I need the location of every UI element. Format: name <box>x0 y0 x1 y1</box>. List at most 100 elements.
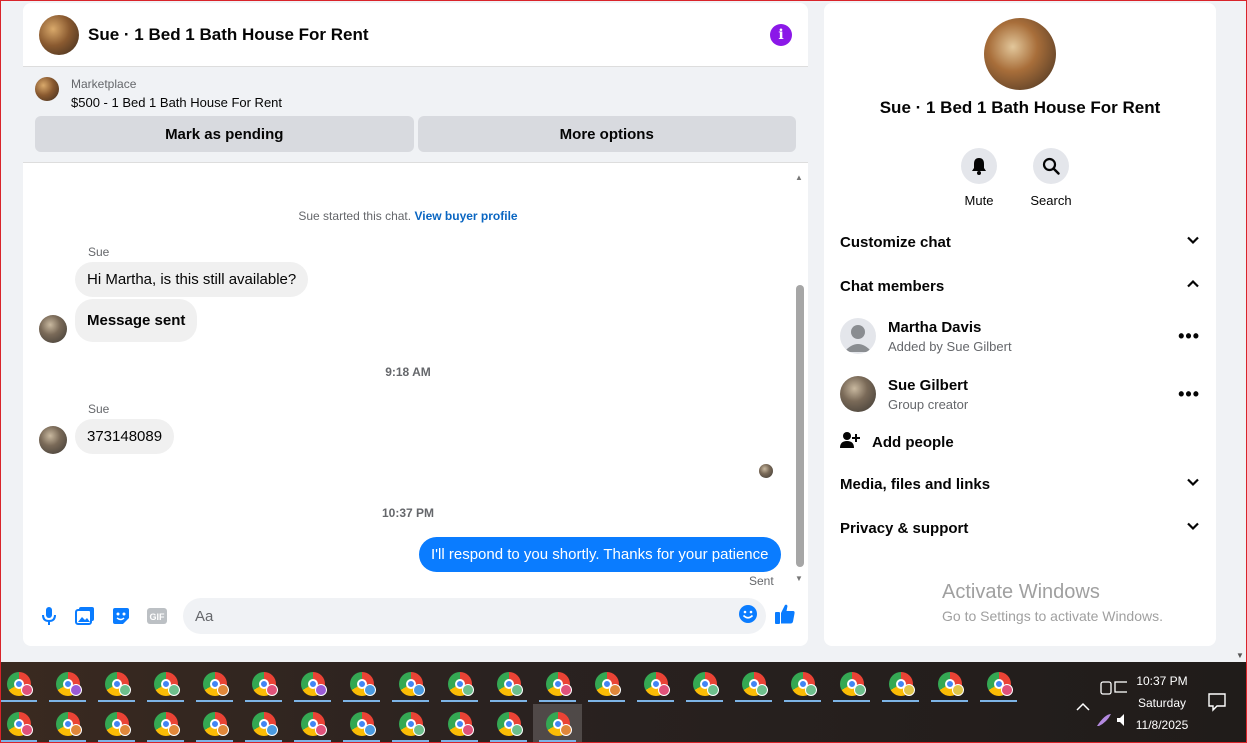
notification-icon[interactable] <box>1207 692 1227 717</box>
open-indicator <box>294 740 331 742</box>
chat-title[interactable]: Sue · 1 Bed 1 Bath House For Rent <box>88 25 770 45</box>
chrome-taskbar-button[interactable] <box>533 704 582 743</box>
chat-members-section[interactable]: Chat members <box>840 277 1200 295</box>
search-button[interactable]: Search <box>1026 148 1076 208</box>
chrome-taskbar-button[interactable] <box>484 664 533 704</box>
chrome-taskbar-button[interactable] <box>92 664 141 704</box>
chrome-taskbar-button[interactable] <box>190 704 239 743</box>
read-receipt-avatar <box>759 464 773 478</box>
microphone-icon[interactable] <box>35 602 63 630</box>
chrome-taskbar-button[interactable] <box>239 704 288 743</box>
chrome-taskbar-button[interactable] <box>0 704 43 743</box>
listing-avatar[interactable] <box>984 18 1056 90</box>
open-indicator <box>833 700 870 702</box>
mute-button[interactable]: Mute <box>954 148 1004 208</box>
open-indicator <box>245 740 282 742</box>
chat-header: Sue · 1 Bed 1 Bath House For Rent i <box>23 3 808 67</box>
member-row[interactable]: Martha Davis Added by Sue Gilbert ••• <box>840 318 1200 354</box>
message-bubble[interactable]: Hi Martha, is this still available? <box>75 262 309 297</box>
chrome-taskbar-button[interactable] <box>533 664 582 704</box>
thumbs-up-icon[interactable] <box>774 603 796 630</box>
chevron-down-icon[interactable] <box>1186 475 1200 493</box>
chrome-taskbar-button[interactable] <box>680 664 729 704</box>
chrome-taskbar-button[interactable] <box>778 664 827 704</box>
listing-thumbnail[interactable] <box>35 77 59 101</box>
scroll-thumb[interactable] <box>796 285 804 567</box>
chrome-taskbar-button[interactable] <box>337 704 386 743</box>
chrome-taskbar-button[interactable] <box>288 664 337 704</box>
listing-title[interactable]: $500 - 1 Bed 1 Bath House For Rent <box>71 95 282 110</box>
more-options-icon[interactable]: ••• <box>1178 326 1200 347</box>
chrome-taskbar-button[interactable] <box>974 664 1023 704</box>
chrome-taskbar-button[interactable] <box>190 664 239 704</box>
profile-badge-icon <box>854 684 866 696</box>
sender-avatar[interactable] <box>39 315 67 343</box>
profile-badge-icon <box>119 724 131 736</box>
media-files-links-section[interactable]: Media, files and links <box>840 475 1200 493</box>
customize-chat-section[interactable]: Customize chat <box>840 233 1200 251</box>
open-indicator <box>637 700 674 702</box>
info-panel-title: Sue · 1 Bed 1 Bath House For Rent <box>879 98 1161 117</box>
search-icon[interactable] <box>1033 148 1069 184</box>
tray-icons[interactable] <box>1057 670 1130 730</box>
chevron-down-icon[interactable] <box>1186 519 1200 537</box>
chrome-taskbar-button[interactable] <box>0 664 43 704</box>
chrome-taskbar-button[interactable] <box>141 664 190 704</box>
message-scrollbar[interactable]: ▲ ▼ <box>794 173 806 583</box>
chrome-taskbar-button[interactable] <box>729 664 778 704</box>
chrome-taskbar-button[interactable] <box>43 704 92 743</box>
chrome-taskbar-button[interactable] <box>141 704 190 743</box>
open-indicator <box>0 700 37 702</box>
open-indicator <box>490 700 527 702</box>
info-icon[interactable]: i <box>770 23 792 46</box>
chrome-taskbar-button[interactable] <box>386 704 435 743</box>
marketplace-bar: Marketplace $500 - 1 Bed 1 Bath House Fo… <box>23 67 808 163</box>
message-bubble[interactable]: Message sent <box>75 299 198 342</box>
message-list: Sue started this chat. View buyer profil… <box>23 166 793 588</box>
message-input[interactable] <box>195 607 738 625</box>
media-label: Media, files and links <box>840 475 991 493</box>
profile-badge-icon <box>119 684 131 696</box>
outgoing-message-bubble[interactable]: I'll respond to you shortly. Thanks for … <box>419 537 781 572</box>
sticker-icon[interactable] <box>107 602 135 630</box>
chevron-down-icon[interactable] <box>1186 233 1200 251</box>
gif-icon[interactable]: GIF <box>143 602 171 630</box>
more-options-icon[interactable]: ••• <box>1178 384 1200 405</box>
chrome-taskbar-button[interactable] <box>288 704 337 743</box>
chrome-taskbar-button[interactable] <box>876 664 925 704</box>
system-text: Sue started this chat. <box>298 209 412 223</box>
mark-as-pending-button[interactable]: Mark as pending <box>35 116 414 152</box>
scroll-up-arrow-icon[interactable]: ▲ <box>795 173 803 182</box>
chrome-taskbar-button[interactable] <box>386 664 435 704</box>
member-row[interactable]: Sue Gilbert Group creator ••• <box>840 376 1200 412</box>
chrome-taskbar-button[interactable] <box>435 664 484 704</box>
add-people-button[interactable]: Add people <box>840 431 954 453</box>
chrome-taskbar-button[interactable] <box>582 664 631 704</box>
privacy-support-section[interactable]: Privacy & support <box>840 519 1200 537</box>
more-options-button[interactable]: More options <box>417 116 796 152</box>
bell-icon[interactable] <box>961 148 997 184</box>
page-scrollbar[interactable]: ▼ <box>1233 0 1247 662</box>
chrome-taskbar-button[interactable] <box>631 664 680 704</box>
chrome-taskbar-button[interactable] <box>925 664 974 704</box>
privacy-label: Privacy & support <box>840 519 969 537</box>
message-bubble[interactable]: 373148089 <box>75 419 175 454</box>
view-buyer-profile-link[interactable]: View buyer profile <box>414 209 517 223</box>
clock[interactable]: 10:37 PM Saturday 11/8/2025 <box>1127 670 1197 736</box>
chat-avatar[interactable] <box>39 14 79 55</box>
chrome-taskbar-button[interactable] <box>92 704 141 743</box>
scroll-down-arrow-icon[interactable]: ▼ <box>1236 651 1244 660</box>
scroll-down-arrow-icon[interactable]: ▼ <box>795 574 803 583</box>
chevron-up-icon[interactable] <box>1186 277 1200 295</box>
system-message: Sue started this chat. View buyer profil… <box>23 209 793 223</box>
add-person-icon <box>840 431 860 453</box>
chrome-taskbar-button[interactable] <box>239 664 288 704</box>
chrome-taskbar-button[interactable] <box>435 704 484 743</box>
photo-icon[interactable] <box>71 602 99 630</box>
emoji-icon[interactable] <box>738 604 758 629</box>
chrome-taskbar-button[interactable] <box>484 704 533 743</box>
sender-avatar[interactable] <box>39 426 67 454</box>
chrome-taskbar-button[interactable] <box>827 664 876 704</box>
chrome-taskbar-button[interactable] <box>337 664 386 704</box>
chrome-taskbar-button[interactable] <box>43 664 92 704</box>
